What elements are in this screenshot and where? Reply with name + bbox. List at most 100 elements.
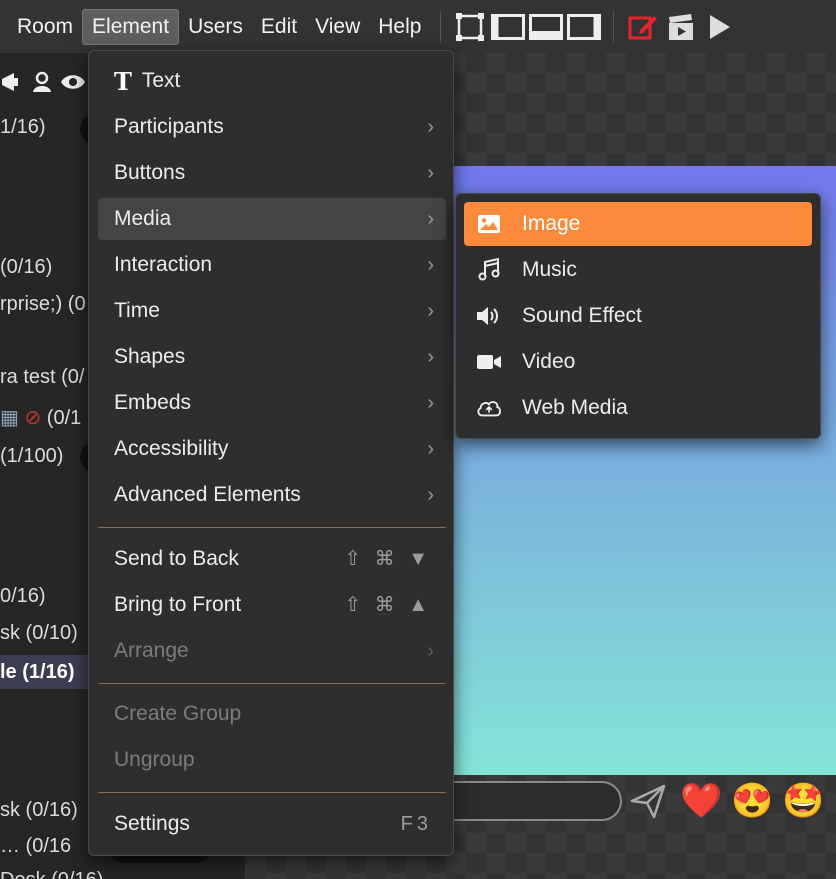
chevron-right-icon: › [427, 484, 434, 506]
menu-bar: Room Element Users Edit View Help [0, 0, 836, 53]
menu-item-shapes[interactable]: Shapes › [98, 336, 446, 378]
menu-item-time[interactable]: Time › [98, 290, 446, 332]
menu-divider [98, 683, 446, 684]
sidebar-item[interactable]: sk (0/10) [0, 622, 78, 645]
menu-item-advanced-elements[interactable]: Advanced Elements › [98, 474, 446, 516]
chevron-right-icon: › [427, 254, 434, 276]
element-menu: T Text Participants › Buttons › Media › … [88, 50, 454, 856]
sidebar-item[interactable]: 1/16) [0, 116, 46, 139]
layout-bottom-icon [529, 13, 564, 40]
chevron-right-icon: › [427, 346, 434, 368]
menu-view[interactable]: View [306, 9, 369, 45]
music-icon [476, 258, 502, 282]
menu-item-label: Bring to Front [114, 593, 242, 616]
menu-item-interaction[interactable]: Interaction › [98, 244, 446, 286]
image-icon [476, 212, 502, 236]
play-icon [710, 14, 731, 39]
menu-item-send-to-back[interactable]: Send to Back ⇧ ⌘ ▼ [98, 538, 446, 580]
heart-eyes-emoji-button[interactable]: 😍 [731, 779, 773, 823]
menu-item-label: Text [141, 69, 181, 92]
menu-item-accessibility[interactable]: Accessibility › [98, 428, 446, 470]
presentation-button[interactable] [664, 10, 698, 44]
submenu-item-label: Sound Effect [522, 304, 642, 327]
user-avatar-icon[interactable] [30, 70, 54, 94]
sidebar-item[interactable]: ra test (0/ [0, 366, 84, 389]
camera-off-icon: ⊘ [24, 407, 47, 429]
selection-frame-icon [456, 12, 485, 41]
toolbar-divider [440, 10, 442, 43]
left-panel-toggle[interactable] [491, 10, 526, 44]
chevron-right-icon: › [427, 300, 434, 322]
chevron-right-icon: › [427, 208, 434, 230]
menu-item-label: Arrange [114, 639, 189, 662]
menu-item-label: Time [114, 299, 160, 322]
chevron-right-icon: › [427, 640, 434, 662]
submenu-item-label: Web Media [522, 396, 628, 419]
sidebar-item[interactable]: sk (0/16) [0, 799, 78, 822]
menu-divider [98, 792, 446, 793]
menu-item-create-group: Create Group [98, 693, 446, 735]
menu-item-participants[interactable]: Participants › [98, 106, 446, 148]
send-icon[interactable] [630, 783, 666, 819]
select-frame-button[interactable] [453, 10, 487, 44]
sidebar-item[interactable]: rprise;) (0 [0, 293, 86, 316]
sidebar-item[interactable]: Desk (0/16) [0, 869, 103, 879]
heart-emoji-button[interactable]: ❤️ [680, 779, 722, 823]
chevron-right-icon: › [427, 392, 434, 414]
chat-input[interactable] [454, 781, 622, 821]
sidebar-item[interactable]: 0/16) [0, 585, 46, 608]
submenu-item-label: Music [522, 258, 577, 281]
sidebar-item[interactable]: (0/16) [0, 256, 52, 279]
media-submenu: Image Music Sound Effect Video Web Media [455, 193, 821, 439]
menu-item-label: Send to Back [114, 547, 239, 570]
chevron-right-icon: › [427, 162, 434, 184]
menu-item-label: Settings [114, 812, 190, 835]
menu-item-label: Embeds [114, 391, 192, 414]
submenu-item-label: Video [522, 350, 576, 373]
menu-item-text[interactable]: T Text [98, 60, 446, 102]
text-icon: T [114, 66, 132, 96]
star-struck-emoji-button[interactable]: 🤩 [782, 779, 824, 823]
submenu-item-video[interactable]: Video [464, 340, 812, 384]
keyboard-shortcut: ⇧ ⌘ ▼ [344, 548, 432, 570]
bottom-panel-toggle[interactable] [529, 10, 564, 44]
menu-item-label: Ungroup [114, 748, 195, 771]
submenu-item-music[interactable]: Music [464, 248, 812, 292]
menu-edit[interactable]: Edit [252, 9, 306, 45]
video-camera-icon [476, 350, 502, 374]
layout-left-icon [491, 13, 526, 40]
menu-item-label: Advanced Elements [114, 483, 301, 506]
speaker-icon [476, 304, 502, 328]
sidebar-item-selected[interactable]: le (1/16) [0, 655, 96, 689]
sidebar-item[interactable]: ▦ ⊘ (0/1 [0, 405, 81, 430]
sidebar-item[interactable]: (1/100) [0, 445, 63, 468]
megaphone-icon[interactable] [0, 70, 24, 94]
menu-item-label: Media [114, 207, 172, 230]
submenu-item-web-media[interactable]: Web Media [464, 386, 812, 430]
menu-item-settings[interactable]: Settings F3 [98, 803, 446, 845]
menu-item-media[interactable]: Media › [98, 198, 446, 240]
menu-item-label: Accessibility [114, 437, 229, 460]
submenu-item-image[interactable]: Image [464, 202, 812, 246]
menu-item-label: Shapes [114, 345, 186, 368]
menu-users[interactable]: Users [179, 9, 252, 45]
menu-help[interactable]: Help [369, 9, 430, 45]
menu-item-bring-to-front[interactable]: Bring to Front ⇧ ⌘ ▲ [98, 584, 446, 626]
submenu-item-label: Image [522, 212, 581, 235]
edit-mode-button[interactable] [626, 10, 660, 44]
play-button[interactable] [702, 10, 736, 44]
menu-element[interactable]: Element [82, 8, 180, 45]
sidebar-item-count: (0/1 [46, 407, 82, 429]
submenu-item-sound-effect[interactable]: Sound Effect [464, 294, 812, 338]
menu-item-label: Create Group [114, 702, 242, 725]
menu-item-embeds[interactable]: Embeds › [98, 382, 446, 424]
menu-item-arrange: Arrange › [98, 630, 446, 672]
menu-room[interactable]: Room [8, 9, 82, 45]
menu-item-buttons[interactable]: Buttons › [98, 152, 446, 194]
sidebar-item[interactable]: … (0/16 [0, 835, 71, 858]
eye-icon[interactable] [60, 70, 86, 94]
building-icon: ▦ [0, 407, 25, 429]
right-panel-toggle[interactable] [567, 10, 602, 44]
layout-right-icon [567, 13, 602, 40]
menu-item-label: Interaction [114, 253, 213, 276]
